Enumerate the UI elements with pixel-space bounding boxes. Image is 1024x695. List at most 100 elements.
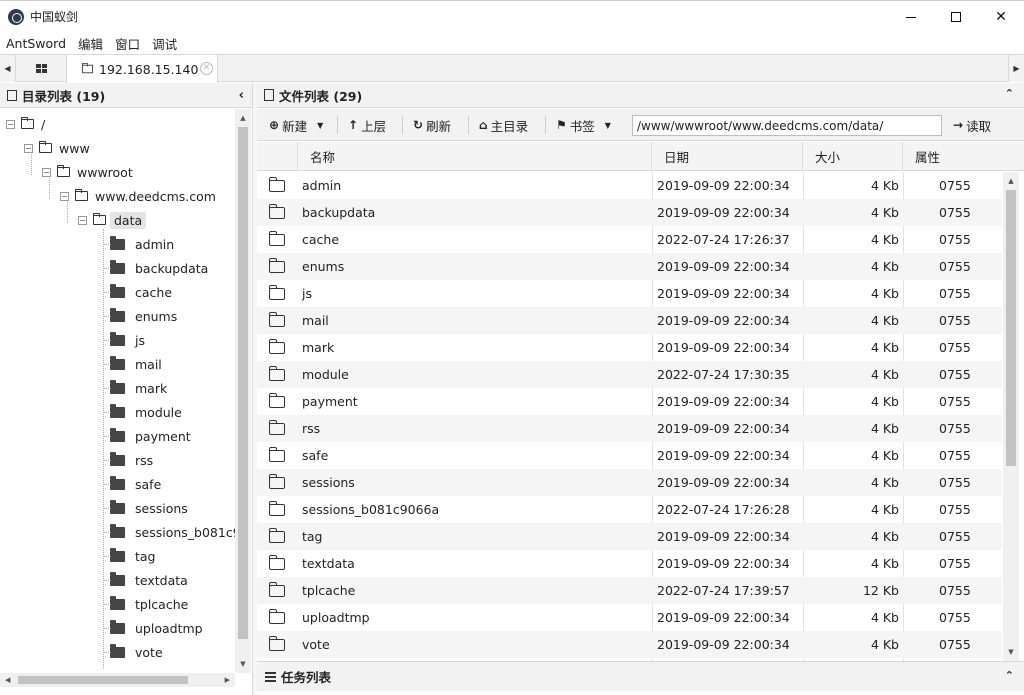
tab-home[interactable] (22, 55, 60, 82)
menu-debug[interactable]: 调试 (146, 34, 183, 53)
scroll-up-icon[interactable]: ▲ (235, 111, 251, 125)
file-row[interactable]: tag 2019-09-09 22:00:34 4 Kb 0755 (257, 523, 1002, 550)
collapse-up-icon[interactable]: ⌃ (1005, 87, 1014, 100)
directory-tree-horizontal-scrollbar[interactable]: ◀ ▶ (0, 673, 235, 687)
file-row[interactable]: uploadtmp 2019-09-09 22:00:34 4 Kb 0755 (257, 604, 1002, 631)
tree-collapse-icon[interactable]: − (24, 143, 33, 153)
tree-node-child[interactable]: backupdata (110, 257, 208, 279)
tree-node-child[interactable]: sessions_b081c9066a (110, 521, 235, 543)
tab-connection[interactable]: 192.168.15.140 ✕ (66, 55, 218, 83)
caret-down-icon: ▼ (317, 120, 324, 130)
tree-collapse-icon[interactable]: − (78, 215, 87, 225)
maximize-icon (951, 12, 961, 22)
file-grid-vertical-scrollbar[interactable]: ▲ ▼ (1003, 172, 1019, 661)
menu-bar: AntSword 编辑 窗口 调试 (0, 32, 1024, 54)
file-date-cell: 2022-07-24 17:26:28 (657, 502, 790, 517)
scroll-down-icon[interactable]: ▼ (235, 657, 251, 671)
file-row[interactable]: textdata 2019-09-09 22:00:34 4 Kb 0755 (257, 550, 1002, 577)
new-button[interactable]: ⊕ 新建 ▼ (269, 109, 323, 141)
tree-node-www[interactable]: − www (24, 137, 90, 159)
file-toolbar: ⊕ 新建 ▼ ↑ 上层 ↻ 刷新 ⌂ 主目录 ⚑ 书签 ▼ → 读取 (257, 109, 1024, 141)
tree-node-child[interactable]: sessions (110, 497, 188, 519)
column-header-size[interactable]: 大小 (803, 142, 903, 171)
scroll-left-icon[interactable]: ◀ (5, 673, 10, 687)
file-size-cell: 4 Kb (870, 421, 899, 436)
tab-scroll-left-button[interactable]: ◀ (0, 55, 16, 82)
up-level-button[interactable]: ↑ 上层 (348, 109, 386, 141)
tree-node-data[interactable]: − data (78, 209, 147, 231)
title-bar: 中国蚁剑 ✕ (0, 0, 1024, 32)
tree-node-child[interactable]: textdata (110, 569, 188, 591)
scroll-up-icon[interactable]: ▲ (1003, 174, 1019, 188)
file-row[interactable]: payment 2019-09-09 22:00:34 4 Kb 0755 (257, 388, 1002, 415)
menu-window[interactable]: 窗口 (109, 34, 146, 53)
file-row[interactable]: safe 2019-09-09 22:00:34 4 Kb 0755 (257, 442, 1002, 469)
file-row[interactable]: enums 2019-09-09 22:00:34 4 Kb 0755 (257, 253, 1002, 280)
refresh-button[interactable]: ↻ 刷新 (413, 109, 451, 141)
tree-collapse-icon[interactable]: − (6, 119, 15, 129)
scroll-down-icon[interactable]: ▼ (1003, 645, 1019, 659)
tree-node-wwwroot[interactable]: − wwwroot (42, 161, 133, 183)
bookmark-button[interactable]: ⚑ 书签 ▼ (556, 109, 611, 141)
minimize-button[interactable] (888, 1, 934, 33)
maximize-button[interactable] (933, 1, 979, 33)
file-row[interactable]: vote 2019-09-09 22:00:34 4 Kb 0755 (257, 631, 1002, 658)
tree-node-child[interactable]: enums (110, 305, 177, 327)
bookmark-button-label: 书签 (569, 118, 595, 134)
directory-tree-vertical-scrollbar[interactable]: ▲ ▼ (235, 109, 251, 673)
close-button[interactable]: ✕ (978, 1, 1024, 33)
tree-node-child[interactable]: safe (110, 473, 161, 495)
tree-collapse-icon[interactable]: − (60, 191, 69, 201)
path-input[interactable] (632, 115, 942, 136)
arrow-up-icon: ↑ (348, 118, 359, 132)
file-row[interactable]: backupdata 2019-09-09 22:00:34 4 Kb 0755 (257, 199, 1002, 226)
refresh-button-label: 刷新 (426, 118, 452, 134)
folder-icon (268, 523, 285, 550)
file-date-cell: 2019-09-09 22:00:34 (657, 475, 790, 490)
tree-node-child[interactable]: rss (110, 449, 153, 471)
tree-node-child[interactable]: tag (110, 545, 156, 567)
file-row[interactable]: mail 2019-09-09 22:00:34 4 Kb 0755 (257, 307, 1002, 334)
read-button[interactable]: → 读取 (953, 109, 991, 141)
column-header-attr[interactable]: 属性 (903, 142, 1024, 171)
tree-node-child[interactable]: tplcache (110, 593, 188, 615)
tab-close-icon[interactable]: ✕ (200, 62, 213, 75)
file-row[interactable]: js 2019-09-09 22:00:34 4 Kb 0755 (257, 280, 1002, 307)
tree-node-child[interactable]: mail (110, 353, 162, 375)
scrollbar-thumb[interactable] (1006, 190, 1016, 466)
column-header-name[interactable]: 名称 (298, 142, 652, 171)
tree-node-root[interactable]: − / (6, 113, 45, 135)
file-row[interactable]: cache 2022-07-24 17:26:37 4 Kb 0755 (257, 226, 1002, 253)
scroll-right-icon[interactable]: ▶ (225, 673, 230, 687)
tree-collapse-icon[interactable]: − (42, 167, 51, 177)
file-row[interactable]: sessions 2019-09-09 22:00:34 4 Kb 0755 (257, 469, 1002, 496)
menu-edit[interactable]: 编辑 (72, 34, 109, 53)
tree-node-child[interactable]: mark (110, 377, 167, 399)
file-row[interactable]: tplcache 2022-07-24 17:39:57 12 Kb 0755 (257, 577, 1002, 604)
tree-node-child[interactable]: vote (110, 641, 163, 663)
tree-node-child[interactable]: uploadtmp (110, 617, 203, 639)
column-header-date[interactable]: 日期 (652, 142, 803, 171)
tree-node-child[interactable]: js (110, 329, 145, 351)
file-row[interactable]: admin 2019-09-09 22:00:34 4 Kb 0755 (257, 172, 1002, 199)
file-row[interactable]: sessions_b081c9066a 2022-07-24 17:26:28 4 … (257, 496, 1002, 523)
expand-up-icon[interactable]: ⌃ (1005, 669, 1014, 682)
folder-icon (268, 577, 285, 604)
scrollbar-thumb[interactable] (18, 676, 188, 684)
file-row[interactable]: module 2022-07-24 17:30:35 4 Kb 0755 (257, 361, 1002, 388)
tree-node-child[interactable]: admin (110, 233, 174, 255)
menu-antsword[interactable]: AntSword (0, 36, 72, 51)
scrollbar-thumb[interactable] (238, 127, 248, 639)
tab-scroll-right-button[interactable]: ▶ (1008, 55, 1024, 82)
tree-node-child[interactable]: module (110, 401, 182, 423)
tree-node-child[interactable]: cache (110, 281, 172, 303)
tree-node-child[interactable]: payment (110, 425, 191, 447)
folder-icon (81, 63, 94, 74)
home-directory-button[interactable]: ⌂ 主目录 (479, 109, 528, 141)
tree-node-deedcms[interactable]: − www.deedcms.com (60, 185, 216, 207)
file-row[interactable]: rss 2019-09-09 22:00:34 4 Kb 0755 (257, 415, 1002, 442)
file-date-cell: 2022-07-24 17:26:37 (657, 232, 790, 247)
arrow-right-icon: → (953, 118, 964, 132)
file-row[interactable]: mark 2019-09-09 22:00:34 4 Kb 0755 (257, 334, 1002, 361)
collapse-left-icon[interactable]: ‹ (239, 88, 244, 103)
